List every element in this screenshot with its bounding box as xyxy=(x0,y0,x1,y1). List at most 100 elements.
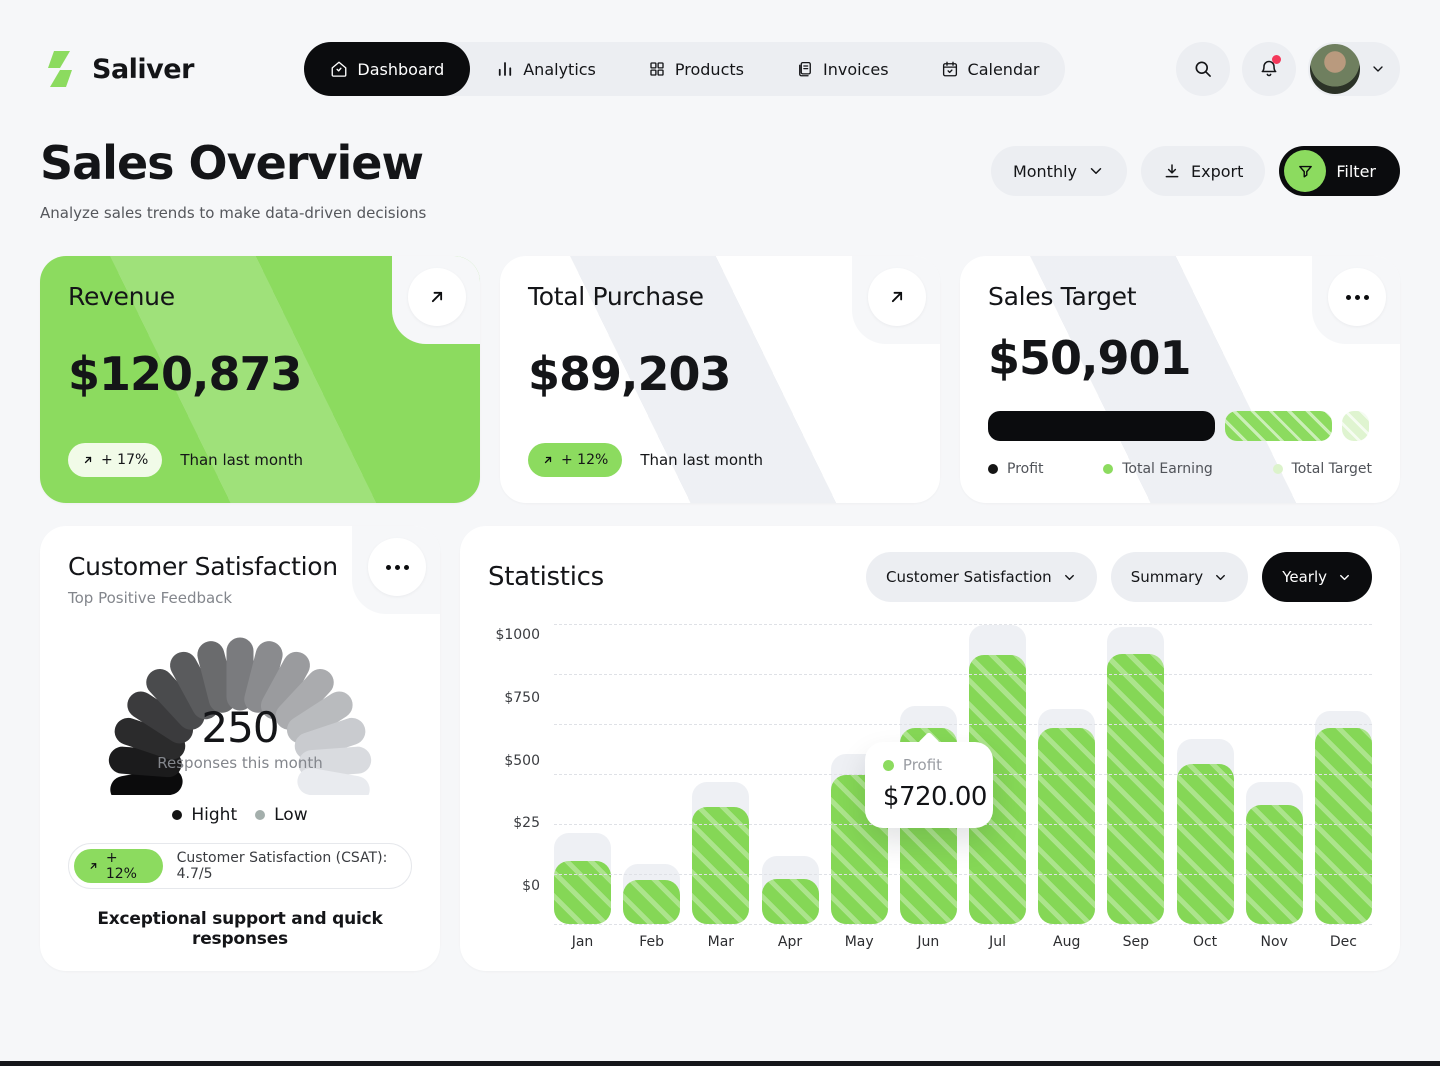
arrow-up-right-icon xyxy=(88,860,99,872)
statistics-card: Statistics Customer Satisfaction Summary… xyxy=(460,526,1400,971)
metric-dropdown[interactable]: Customer Satisfaction xyxy=(866,552,1097,602)
download-icon xyxy=(1163,162,1181,180)
filter-button[interactable]: Filter xyxy=(1279,146,1400,196)
x-axis-label: Jun xyxy=(900,934,957,950)
csat-score-label: Customer Satisfaction (CSAT): 4.7/5 xyxy=(177,850,406,882)
main-nav: Dashboard Analytics Products Invoices Ca… xyxy=(304,42,1065,96)
search-button[interactable] xyxy=(1176,42,1230,96)
notifications-button[interactable] xyxy=(1242,42,1296,96)
sales-target-card: Sales Target $50,901 ProfitTotal Earning… xyxy=(960,256,1400,503)
bar-plot: Profit $720.00 xyxy=(554,624,1372,924)
nav-item-analytics[interactable]: Analytics xyxy=(470,42,622,96)
y-axis-tick: $1000 xyxy=(495,627,540,643)
period-dropdown[interactable]: Monthly xyxy=(991,146,1127,196)
y-axis-tick: $25 xyxy=(513,815,540,831)
total-purchase-card: Total Purchase $89,203 + 12% Than last m… xyxy=(500,256,940,503)
x-axis-label: Aug xyxy=(1038,934,1095,950)
chevron-down-icon xyxy=(1087,162,1105,180)
bar-profit-segment xyxy=(762,879,819,924)
cs-footnote: Exceptional support and quick responses xyxy=(68,909,412,949)
gridline xyxy=(554,624,1372,625)
notification-unread-dot xyxy=(1272,55,1281,64)
tooltip-value: $720.00 xyxy=(883,782,975,812)
gauge-caption: Responses this month xyxy=(80,754,400,772)
nav-item-label: Invoices xyxy=(823,60,889,79)
arrow-up-right-icon xyxy=(542,454,554,466)
cs-more-button[interactable] xyxy=(368,538,426,596)
calendar-icon xyxy=(941,60,959,78)
total-purchase-delta-badge: + 12% xyxy=(528,443,622,477)
ellipsis-icon xyxy=(386,565,409,570)
nav-item-label: Dashboard xyxy=(357,60,444,79)
page-controls: Monthly Export Filter xyxy=(991,146,1400,196)
export-button-label: Export xyxy=(1191,162,1243,181)
revenue-delta-badge: + 17% xyxy=(68,443,162,477)
cs-legend: Hight Low xyxy=(68,805,412,825)
legend-item: Total Earning xyxy=(1103,461,1213,477)
total-purchase-compare-label: Than last month xyxy=(640,451,763,469)
bar-profit-segment xyxy=(1315,728,1372,924)
customer-satisfaction-card: Customer Satisfaction Top Positive Feedb… xyxy=(40,526,440,971)
y-axis-tick: $750 xyxy=(504,690,540,706)
grid-icon xyxy=(648,60,666,78)
nav-item-calendar[interactable]: Calendar xyxy=(915,42,1066,96)
total-purchase-expand-button[interactable] xyxy=(868,268,926,326)
progress-segment-profit xyxy=(988,411,1215,441)
chart-x-axis: JanFebMarAprMayJunJulAugSepOctNovDec xyxy=(554,934,1372,950)
bar-chart-icon xyxy=(496,60,514,78)
legend-item: Hight xyxy=(172,805,237,825)
brand-name: Saliver xyxy=(92,54,194,85)
chevron-down-icon xyxy=(1213,570,1228,585)
nav-item-invoices[interactable]: Invoices xyxy=(770,42,915,96)
x-axis-label: Feb xyxy=(623,934,680,950)
statistics-filters: Customer Satisfaction Summary Yearly xyxy=(866,552,1372,602)
ellipsis-icon xyxy=(1346,295,1369,300)
csat-pill: + 12% Customer Satisfaction (CSAT): 4.7/… xyxy=(68,843,412,889)
chevron-down-icon xyxy=(1337,570,1352,585)
sales-target-progress-bar xyxy=(988,411,1372,441)
chart-y-axis: $1000$750$500$25$0 xyxy=(488,624,540,924)
filter-button-label: Filter xyxy=(1336,162,1376,181)
x-axis-label: Sep xyxy=(1107,934,1164,950)
top-actions xyxy=(1176,42,1400,96)
nav-item-products[interactable]: Products xyxy=(622,42,770,96)
bar-profit-segment xyxy=(1038,728,1095,924)
x-axis-label: May xyxy=(831,934,888,950)
bar-profit-segment xyxy=(623,880,680,924)
bar-profit-segment xyxy=(1177,764,1234,924)
arrow-up-right-icon xyxy=(82,454,94,466)
total-purchase-value: $89,203 xyxy=(528,347,912,401)
gauge-value: 250 xyxy=(80,703,400,752)
export-button[interactable]: Export xyxy=(1141,146,1265,196)
x-axis-label: Dec xyxy=(1315,934,1372,950)
legend-item: Low xyxy=(255,805,307,825)
nav-item-label: Calendar xyxy=(968,60,1040,79)
x-axis-label: Mar xyxy=(692,934,749,950)
statistics-chart: $1000$750$500$25$0 Profit $720.00 JanFeb… xyxy=(488,624,1372,950)
page-header: Sales Overview Analyze sales trends to m… xyxy=(40,136,1400,222)
home-icon xyxy=(330,60,348,78)
revenue-expand-button[interactable] xyxy=(408,268,466,326)
page-subtitle: Analyze sales trends to make data-driven… xyxy=(40,204,426,222)
range-dropdown[interactable]: Yearly xyxy=(1262,552,1372,602)
nav-item-dashboard[interactable]: Dashboard xyxy=(304,42,470,96)
cs-delta-badge: + 12% xyxy=(74,849,163,883)
x-axis-label: Nov xyxy=(1246,934,1303,950)
search-icon xyxy=(1193,59,1213,79)
invoice-icon xyxy=(796,60,814,78)
filter-icon xyxy=(1284,150,1326,192)
gauge-segment xyxy=(211,655,222,700)
period-dropdown-value: Monthly xyxy=(1013,162,1077,181)
profile-menu[interactable] xyxy=(1308,42,1400,96)
sales-target-legend: ProfitTotal EarningTotal Target xyxy=(988,461,1372,477)
sales-target-more-button[interactable] xyxy=(1328,268,1386,326)
nav-item-label: Products xyxy=(675,60,744,79)
satisfaction-gauge: 250 Responses this month xyxy=(80,617,400,795)
tooltip-series-dot xyxy=(883,760,894,771)
view-dropdown[interactable]: Summary xyxy=(1111,552,1249,602)
gauge-segment xyxy=(311,782,356,790)
legend-item: Total Target xyxy=(1273,461,1372,477)
bottom-row: Customer Satisfaction Top Positive Feedb… xyxy=(40,526,1400,971)
progress-segment-total-earning xyxy=(1225,411,1333,441)
page-title: Sales Overview xyxy=(40,136,426,190)
